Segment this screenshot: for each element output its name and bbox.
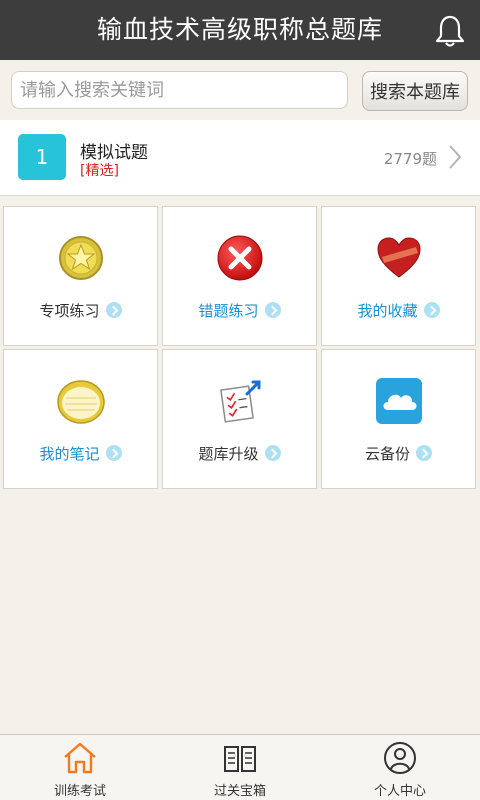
error-x-icon bbox=[217, 235, 262, 281]
upgrade-checklist-icon bbox=[219, 380, 260, 423]
exam-number-badge: 1 bbox=[18, 134, 66, 180]
grid-item-label: 云备份 bbox=[322, 443, 475, 464]
bell-icon[interactable] bbox=[434, 14, 466, 48]
grid-item-upgrade[interactable]: 题库升级 bbox=[162, 349, 317, 489]
chevron-right-icon bbox=[416, 445, 432, 461]
chevron-right-icon bbox=[264, 445, 281, 461]
book-icon bbox=[224, 746, 256, 772]
app-header: 输血技术高级职称总题库 bbox=[0, 0, 480, 60]
chevron-right-icon bbox=[105, 302, 122, 318]
grid-item-label: 题库升级 bbox=[163, 443, 316, 464]
notepad-icon bbox=[56, 380, 105, 424]
search-input[interactable] bbox=[11, 71, 348, 109]
star-badge-icon bbox=[58, 236, 103, 280]
user-icon bbox=[384, 742, 416, 774]
exam-count: 2779题 bbox=[383, 150, 437, 168]
grid-item-special-practice[interactable]: 专项练习 bbox=[3, 206, 158, 346]
nav-item-training[interactable]: 训练考试 bbox=[0, 735, 160, 800]
exam-tag: [精选] bbox=[80, 163, 119, 179]
grid-item-notes[interactable]: 我的笔记 bbox=[3, 349, 158, 489]
cloud-icon bbox=[375, 378, 422, 424]
grid-item-wrong-questions[interactable]: 错题练习 bbox=[162, 206, 317, 346]
nav-item-profile[interactable]: 个人中心 bbox=[320, 735, 480, 800]
chevron-right-icon bbox=[449, 145, 462, 169]
chevron-right-icon bbox=[264, 302, 281, 318]
search-button[interactable]: 搜索本题库 bbox=[362, 71, 468, 111]
grid-item-favorites[interactable]: 我的收藏 bbox=[321, 206, 476, 346]
bottom-nav: 训练考试 过关宝箱 个人中心 bbox=[0, 734, 480, 800]
grid-item-cloud-backup[interactable]: 云备份 bbox=[321, 349, 476, 489]
home-icon bbox=[64, 742, 96, 774]
exam-row[interactable]: 1 模拟试题 [精选] 2779题 bbox=[0, 120, 480, 196]
grid-item-label: 错题练习 bbox=[163, 300, 316, 321]
grid-item-label: 我的收藏 bbox=[322, 300, 475, 321]
nav-label: 训练考试 bbox=[53, 784, 106, 799]
app-title: 输血技术高级职称总题库 bbox=[96, 15, 383, 44]
nav-item-treasure[interactable]: 过关宝箱 bbox=[160, 735, 320, 800]
nav-label: 个人中心 bbox=[373, 784, 426, 799]
heart-icon bbox=[376, 237, 421, 278]
grid-item-label: 专项练习 bbox=[4, 300, 157, 321]
chevron-right-icon bbox=[105, 445, 122, 461]
grid-item-label: 我的笔记 bbox=[4, 443, 157, 464]
nav-label: 过关宝箱 bbox=[213, 784, 266, 799]
chevron-right-icon bbox=[423, 302, 440, 318]
